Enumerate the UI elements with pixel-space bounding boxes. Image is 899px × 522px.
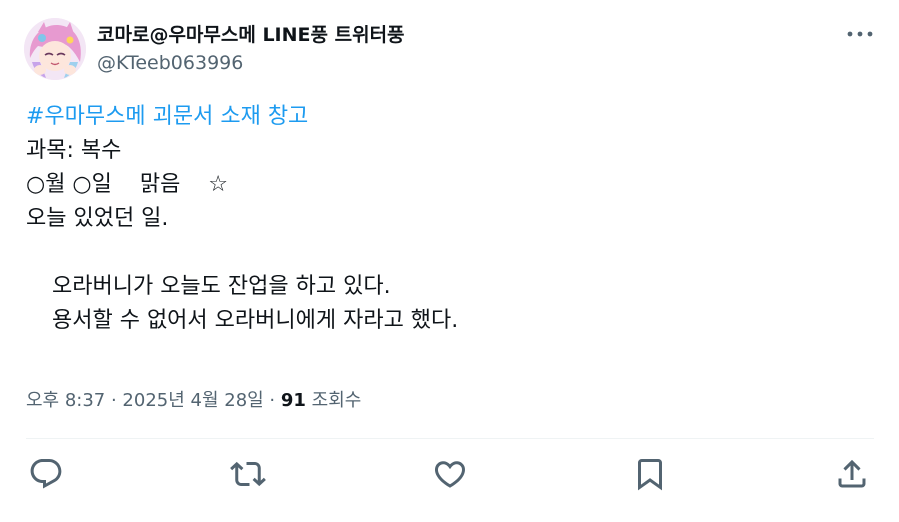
tweet-line-today: 오늘 있었던 일. [26,206,169,231]
more-horizontal-icon [847,31,873,37]
divider [26,438,874,439]
avatar-image [24,18,86,80]
display-name[interactable]: 코마로@우마무스메 LINE풍 트위터풍 [97,20,405,47]
retweet-button[interactable] [230,456,266,492]
retweet-icon [230,461,266,487]
heart-icon [434,461,466,488]
bookmark-button[interactable] [632,456,668,492]
tweet-card: 코마로@우마무스메 LINE풍 트위터풍 @KTeeb063996 #우마무스메… [0,0,899,522]
tweet-line-paragraph-1: 오라버니가 오늘도 잔업을 하고 있다. [52,274,391,299]
tweet-line-paragraph-2: 용서할 수 없어서 오라버니에게 자라고 했다. [52,308,459,333]
views-label: 조회수 [305,390,362,411]
bookmark-icon [638,459,662,491]
avatar[interactable] [24,18,86,80]
share-button[interactable] [834,456,870,492]
reply-icon [30,459,62,489]
hashtag-link[interactable]: #우마무스메 괴문서 소재 창고 [26,104,308,129]
tweet-line-subject: 과목: 복수 [26,138,122,163]
more-button[interactable] [842,20,878,48]
tweet-meta: 오후 8:37 · 2025년 4월 28일 · 91 조회수 [26,386,361,412]
tweet-line-date-weather: ○월 ○일 맑음 ☆ [26,172,229,197]
user-handle[interactable]: @KTeeb063996 [97,52,243,74]
like-button[interactable] [432,456,468,492]
timestamp[interactable]: 오후 8:37 · 2025년 4월 28일 · [26,390,281,411]
views-count: 91 [280,390,306,411]
share-icon [838,459,866,488]
tweet-text: #우마무스메 괴문서 소재 창고 과목: 복수 ○월 ○일 맑음 ☆ 오늘 있었… [26,100,866,338]
reply-button[interactable] [28,456,64,492]
